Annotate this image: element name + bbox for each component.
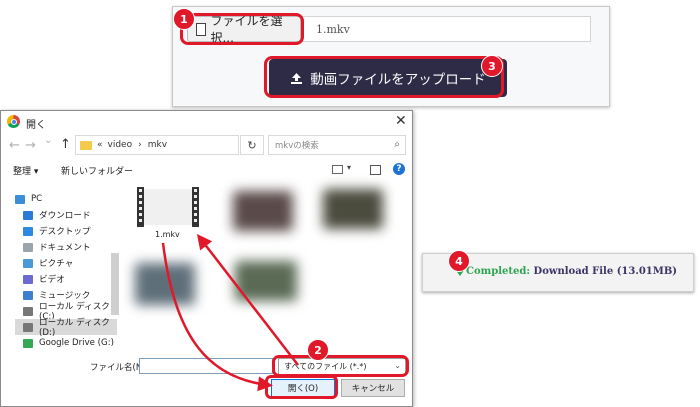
nav-item-icon (23, 338, 33, 348)
nav-item-icon (23, 274, 33, 284)
organize-menu[interactable]: 整理 ▾ (13, 164, 38, 177)
nav-item-label: ピクチャ (39, 259, 74, 269)
new-folder-button[interactable]: 新しいフォルダー (61, 164, 133, 177)
recent-locations-icon[interactable]: ⌄ (44, 135, 52, 146)
search-icon: ⌕ (394, 139, 400, 150)
close-icon[interactable]: ✕ (395, 113, 407, 129)
dialog-title: 開く (26, 120, 46, 131)
nav-item[interactable]: Google Drive (G:) (23, 335, 114, 351)
dialog-titlebar: 開く ✕ (1, 111, 412, 133)
file-name-input[interactable] (139, 358, 273, 374)
cancel-button[interactable]: キャンセル (341, 379, 405, 397)
file-type-value: すべてのファイル (*.*) (284, 362, 367, 371)
address-row: ← → ⌄ ↑ « video › mkv ↻ mkvの検索 ⌕ (1, 133, 412, 159)
download-status: Completed: Download File (13.01MB) (449, 266, 677, 277)
nav-item-label: PC (31, 194, 43, 204)
nav-item[interactable]: デスクトップ (23, 223, 91, 239)
address-segment-video[interactable]: video (108, 140, 133, 150)
nav-item-icon (15, 194, 25, 204)
refresh-icon[interactable]: ↻ (240, 135, 264, 155)
file-item-1mkv[interactable]: 1.mkv (123, 183, 213, 243)
selected-file-name: 1.mkv (301, 16, 591, 42)
selected-file-name-text: 1.mkv (316, 22, 350, 36)
search-input[interactable]: mkvの検索 ⌕ (268, 135, 406, 155)
nav-item-label: デスクトップ (39, 227, 91, 237)
blurred-thumbnail[interactable] (323, 189, 383, 229)
step-badge-4: 4 (448, 250, 470, 272)
nav-item[interactable]: ドキュメント (23, 239, 91, 255)
back-arrow-icon[interactable]: ← (9, 138, 20, 153)
file-select-label: ファイルを選択... (210, 14, 283, 45)
video-file-icon (137, 187, 199, 227)
address-segment-mkv[interactable]: mkv (148, 140, 167, 150)
search-placeholder: mkvの検索 (275, 141, 319, 151)
step-badge-2: 2 (307, 339, 329, 361)
blurred-thumbnail[interactable] (233, 191, 293, 231)
completed-label: Completed: (466, 266, 531, 277)
nav-item-icon (23, 290, 33, 300)
file-select-button[interactable]: ファイルを選択... (187, 14, 301, 45)
file-icon (196, 22, 207, 36)
nav-item-icon (23, 242, 33, 252)
nav-item-label: Google Drive (G:) (39, 338, 114, 348)
up-folder-icon[interactable]: ↑ (60, 137, 71, 152)
step-badge-1: 1 (173, 8, 195, 30)
nav-item[interactable]: ピクチャ (23, 255, 73, 271)
chevron-down-icon: ⌄ (394, 361, 401, 370)
nav-item[interactable]: PC (15, 191, 42, 207)
folder-icon (80, 140, 92, 150)
download-file-link[interactable]: Download File (13.01MB) (534, 266, 677, 277)
nav-item-icon (23, 226, 33, 236)
nav-item-icon (23, 306, 33, 316)
address-bar[interactable]: « video › mkv (75, 135, 239, 155)
upload-icon (291, 72, 303, 84)
upload-panel: ファイルを選択... 1.mkv 動画ファイルをアップロード (172, 6, 610, 107)
upload-video-button[interactable]: 動画ファイルをアップロード (269, 59, 507, 97)
nav-item-icon (23, 322, 33, 332)
upload-video-label: 動画ファイルをアップロード (310, 72, 486, 88)
file-item-label: 1.mkv (155, 230, 180, 239)
help-icon[interactable]: ? (393, 163, 405, 175)
nav-item-icon (23, 258, 33, 268)
nav-item[interactable]: ダウンロード (23, 207, 91, 223)
address-separator: › (138, 140, 142, 150)
blurred-thumbnail[interactable] (135, 263, 195, 305)
nav-item[interactable]: ビデオ (23, 271, 65, 287)
blurred-thumbnail[interactable] (235, 261, 297, 301)
open-button[interactable]: 開く(O) (271, 379, 335, 397)
nav-item[interactable]: ローカル ディスク (D:) (15, 318, 117, 338)
view-options-chevron-icon[interactable]: ▾ (347, 163, 351, 172)
nav-item-label: ダウンロード (39, 211, 91, 221)
open-file-dialog: 開く ✕ ← → ⌄ ↑ « video › mkv ↻ mkvの検索 ⌕ 整理… (0, 110, 413, 407)
dialog-toolbar: 整理 ▾ 新しいフォルダー ▾ ? (1, 161, 412, 181)
file-list: 1.mkv (123, 183, 411, 357)
nav-item-label: ドキュメント (39, 243, 91, 253)
view-mode-icon[interactable] (332, 165, 343, 174)
step-badge-3: 3 (481, 55, 503, 77)
file-type-select[interactable]: すべてのファイル (*.*) ⌄ (278, 358, 406, 375)
nav-item-label: ビデオ (39, 275, 65, 285)
chrome-icon (7, 115, 20, 128)
forward-arrow-icon[interactable]: → (25, 138, 36, 153)
nav-scrollbar[interactable] (111, 253, 119, 315)
address-prefix: « (97, 140, 103, 150)
nav-item-icon (23, 210, 33, 220)
navigation-pane: PC ダウンロード デスクトップ ドキュメント ピクチャ ビデオ ミュージック ローカル ディ… (1, 183, 121, 357)
preview-pane-icon[interactable] (370, 165, 381, 175)
